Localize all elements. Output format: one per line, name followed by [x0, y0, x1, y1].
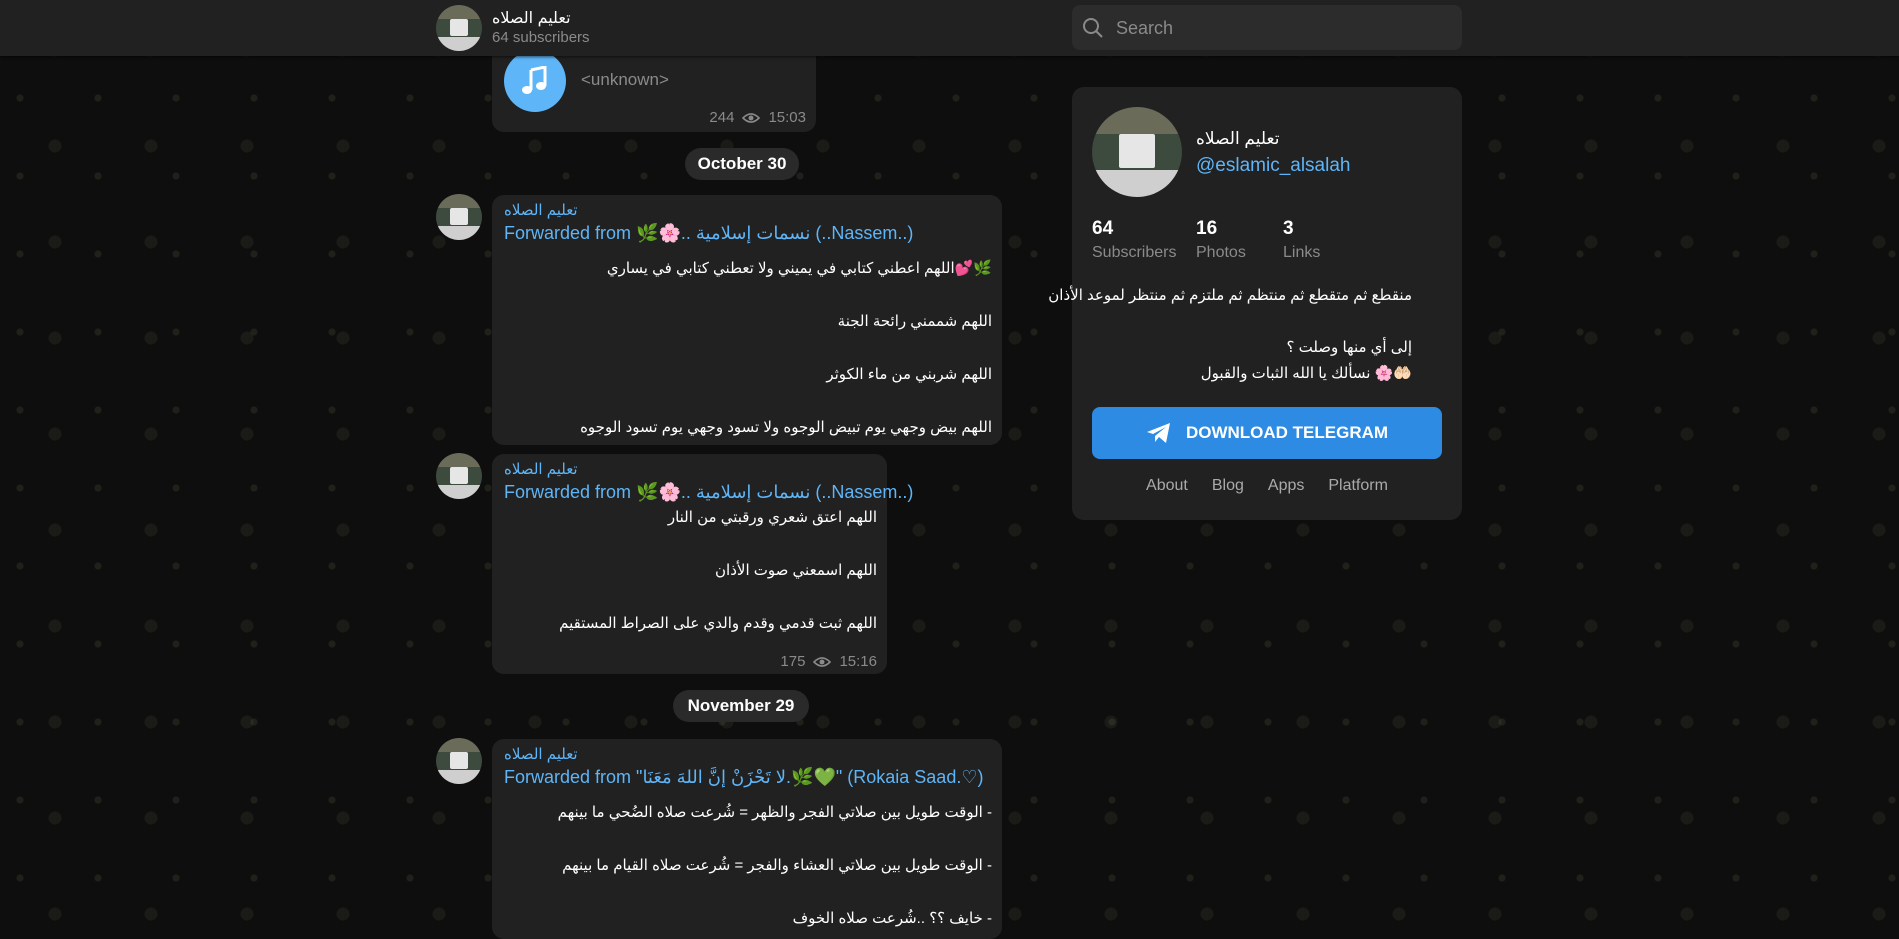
message-line: اللهم اعتق شعري ورقبتي من النار [667, 509, 877, 526]
message-time: 15:16 [839, 653, 877, 670]
channel-handle[interactable]: @eslamic_alsalah [1196, 155, 1350, 177]
stat-value: 3 [1283, 218, 1294, 239]
message-line [558, 826, 992, 852]
message-time: 15:03 [768, 109, 806, 126]
message-line: - الوقت طويل بين صلاتي العشاء والفجر = ش… [562, 857, 992, 874]
forwarded-from-link[interactable]: Forwarded from 🌿🌸.. نسمات إسلامية (..Nas… [504, 223, 913, 244]
message-line [580, 335, 992, 361]
footer-links: About Blog Apps Platform [1072, 477, 1462, 495]
eye-icon [813, 656, 832, 667]
stat-value: 64 [1092, 218, 1114, 239]
audio-performer: <unknown> [581, 70, 669, 89]
message-line: - الوقت طويل بين صلاتي الفجر والظهر = شُ… [557, 804, 992, 821]
message-avatar[interactable] [436, 738, 482, 784]
date-separator: October 30 [685, 148, 799, 180]
message-line: اللهم اسمعني صوت الأذان [715, 562, 877, 579]
message-line: 🌿💕اللهم اعطني كتابي في يميني ولا تعطني ك… [606, 260, 992, 277]
search-input[interactable] [1114, 5, 1448, 52]
channel-card-avatar [1092, 107, 1182, 197]
message-line [558, 879, 992, 905]
message-meta: 175 15:16 [780, 653, 877, 670]
channel-name: تعليم الصلاه [1196, 129, 1280, 148]
message-line: اللهم شربني من ماء الكوثر [826, 366, 992, 383]
message-author[interactable]: تعليم الصلاه [504, 745, 578, 763]
message-text: - الوقت طويل بين صلاتي الفجر والظهر = شُ… [558, 799, 992, 932]
view-count: 244 [709, 109, 735, 126]
channel-title[interactable]: تعليم الصلاه [492, 8, 571, 28]
message-line: اللهم ثبت قدمي وقدم والدي على الصراط الم… [559, 615, 877, 632]
search-box[interactable] [1072, 5, 1462, 52]
message-bubble[interactable]: تعليم الصلاه Forwarded from 🌿🌸.. نسمات إ… [492, 454, 913, 674]
message-line [559, 584, 877, 610]
forwarded-from-link[interactable]: Forwarded from 🌿🌸.. نسمات إسلامية (..Nas… [504, 482, 913, 503]
music-note-icon [522, 66, 547, 94]
stat-label: Subscribers [1092, 244, 1177, 261]
stat-links[interactable]: 3 Links [1283, 218, 1320, 262]
download-button-label: DOWNLOAD TELEGRAM [1185, 423, 1389, 442]
description-line: إلى أي منها وصلت ؟ [1286, 339, 1412, 356]
description-line [1082, 309, 1412, 335]
date-separator: November 29 [673, 690, 809, 722]
channel-description: منقطع ثم متقطع ثم منتظم ثم ملتزم ثم منتظ… [1048, 283, 1412, 387]
view-count: 175 [780, 653, 806, 670]
forwarded-from-link[interactable]: Forwarded from "لا تَحْزَنْ إنَّ اللهَ م… [504, 767, 983, 788]
telegram-plane-icon [1146, 423, 1170, 443]
message-meta: 244 15:03 [709, 109, 806, 126]
link-about[interactable]: About [1146, 477, 1188, 495]
description-line: 🤲🏻🌸 نسألك يا الله الثبات والقبول [1200, 365, 1412, 382]
stat-subscribers: 64 Subscribers [1092, 218, 1176, 262]
stat-value: 16 [1196, 218, 1218, 239]
subscriber-count: 64 subscribers [492, 29, 590, 46]
stat-photos[interactable]: 16 Photos [1196, 218, 1246, 262]
stat-label: Links [1283, 244, 1321, 261]
eye-icon [742, 112, 761, 123]
message-line [580, 388, 992, 414]
search-icon [1083, 18, 1103, 38]
message-author[interactable]: تعليم الصلاه [504, 460, 578, 478]
link-blog[interactable]: Blog [1212, 477, 1244, 495]
message-line: اللهم شممني رائحة الجنة [837, 313, 992, 330]
stat-label: Photos [1196, 244, 1246, 261]
link-apps[interactable]: Apps [1268, 477, 1304, 495]
play-audio-button[interactable] [504, 50, 566, 112]
message-text: 🌿💕اللهم اعطني كتابي في يميني ولا تعطني ك… [580, 255, 992, 441]
message-avatar[interactable] [436, 194, 482, 240]
message-line: اللهم بيض وجهي يوم تبيض الوجوه ولا تسود … [580, 419, 992, 436]
message-bubble[interactable]: تعليم الصلاه Forwarded from "لا تَحْزَنْ… [492, 739, 1002, 939]
download-telegram-button[interactable]: DOWNLOAD TELEGRAM [1092, 407, 1442, 459]
top-bar: تعليم الصلاه 64 subscribers [0, 0, 1899, 56]
channel-avatar[interactable] [436, 5, 482, 51]
message-author[interactable]: تعليم الصلاه [504, 201, 578, 219]
message-bubble[interactable]: تعليم الصلاه Forwarded from 🌿🌸.. نسمات إ… [492, 195, 1002, 445]
link-platform[interactable]: Platform [1328, 477, 1388, 495]
message-avatar[interactable] [436, 453, 482, 499]
message-line [580, 282, 992, 308]
description-line: منقطع ثم متقطع ثم منتظم ثم ملتزم ثم منتظ… [1048, 287, 1412, 304]
message-line [559, 531, 877, 557]
channel-info-card: تعليم الصلاه @eslamic_alsalah 64 Subscri… [1048, 87, 1462, 520]
message-line: - خايف ؟؟ ..شُرعت صلاه الخوف [792, 910, 992, 927]
message-text: اللهم اعتق شعري ورقبتي من النار اللهم اس… [559, 504, 877, 637]
